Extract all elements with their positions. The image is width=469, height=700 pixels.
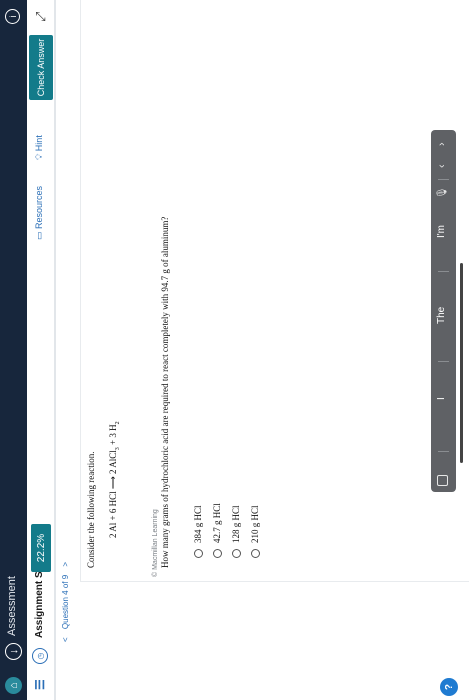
suggestion-word[interactable]: I'm: [436, 225, 447, 238]
check-answer-button[interactable]: Check Answer: [29, 35, 53, 100]
answer-option-label: 128 g HCl: [231, 505, 241, 543]
scrollbar[interactable]: [460, 263, 463, 463]
radio-button[interactable]: [193, 549, 203, 558]
reaction-arrow: ⟶: [108, 476, 118, 490]
product-2-subscript: 2: [114, 421, 121, 425]
suggestion-word[interactable]: I: [436, 397, 447, 400]
prev-question-button[interactable]: <: [61, 637, 70, 642]
product-2: + 3 H: [108, 424, 118, 445]
assignment-score-badge: 22.2%: [31, 524, 51, 572]
keyboard-icon[interactable]: [437, 475, 448, 486]
hint-button[interactable]: 💡︎ Hint: [34, 135, 45, 160]
assignment-toolbar: ☰ ◷ Assignment Score: 22.2% ▭ Resources …: [27, 0, 56, 700]
page-title: Assessment: [6, 576, 18, 636]
chevron-left-icon[interactable]: ‹: [436, 164, 448, 168]
microphone-icon[interactable]: 🎙︎: [437, 186, 448, 199]
copyright-text: © Macmillan Learning: [152, 509, 159, 577]
answer-option[interactable]: 42.7 g HCl: [212, 503, 222, 558]
back-arrow-icon[interactable]: ↓: [5, 643, 22, 660]
divider: [54, 0, 55, 700]
info-icon[interactable]: i: [5, 9, 20, 24]
keyboard-suggestion-bar: I The I'm 🎙︎ ‹ ›: [431, 130, 456, 492]
product-1: 2 AlCl: [108, 450, 118, 474]
divider: [438, 361, 449, 362]
divider: [438, 271, 449, 272]
resources-icon: ▭: [34, 228, 44, 240]
answer-option-label: 384 g HCl: [193, 505, 203, 543]
timer-icon[interactable]: ◷: [32, 648, 48, 664]
answer-option-label: 210 g HCl: [250, 505, 260, 543]
suggestion-word[interactable]: The: [436, 307, 447, 324]
expand-icon[interactable]: ⤢: [33, 12, 49, 22]
answer-option[interactable]: 128 g HCl: [231, 505, 241, 558]
radio-button[interactable]: [212, 549, 222, 558]
chevron-right-icon[interactable]: ›: [436, 142, 448, 146]
divider: [438, 451, 449, 452]
radio-button[interactable]: [231, 549, 241, 558]
question-card: [80, 0, 469, 582]
hint-icon: 💡︎: [34, 151, 44, 160]
next-question-button[interactable]: >: [61, 562, 70, 567]
answer-option[interactable]: 210 g HCl: [250, 505, 260, 558]
reactants: 2 Al + 6 HCl: [108, 491, 118, 538]
resources-button[interactable]: ▭ Resources: [34, 186, 45, 240]
question-nav: < Question 4 of 9 >: [61, 556, 70, 642]
question-text: How many grams of hydrochloric acid are …: [160, 216, 170, 568]
question-counter[interactable]: Question 4 of 9: [61, 575, 70, 629]
chemical-equation: 2 Al + 6 HCl ⟶ 2 AlCl3 + 3 H2: [108, 421, 121, 538]
divider: [438, 179, 449, 180]
home-icon[interactable]: ⌂: [5, 677, 22, 694]
top-header: ⌂ ↓ Assessment i: [0, 0, 27, 700]
hint-label: Hint: [34, 135, 44, 152]
answer-option-label: 42.7 g HCl: [212, 503, 222, 543]
question-prompt: Consider the following reaction.: [86, 451, 96, 568]
resources-label: Resources: [34, 185, 44, 229]
answer-option[interactable]: 384 g HCl: [193, 505, 203, 558]
help-button[interactable]: ?: [440, 678, 458, 696]
product-1-subscript: 3: [114, 447, 121, 451]
menu-icon[interactable]: ☰: [33, 679, 47, 690]
radio-button[interactable]: [250, 549, 260, 558]
